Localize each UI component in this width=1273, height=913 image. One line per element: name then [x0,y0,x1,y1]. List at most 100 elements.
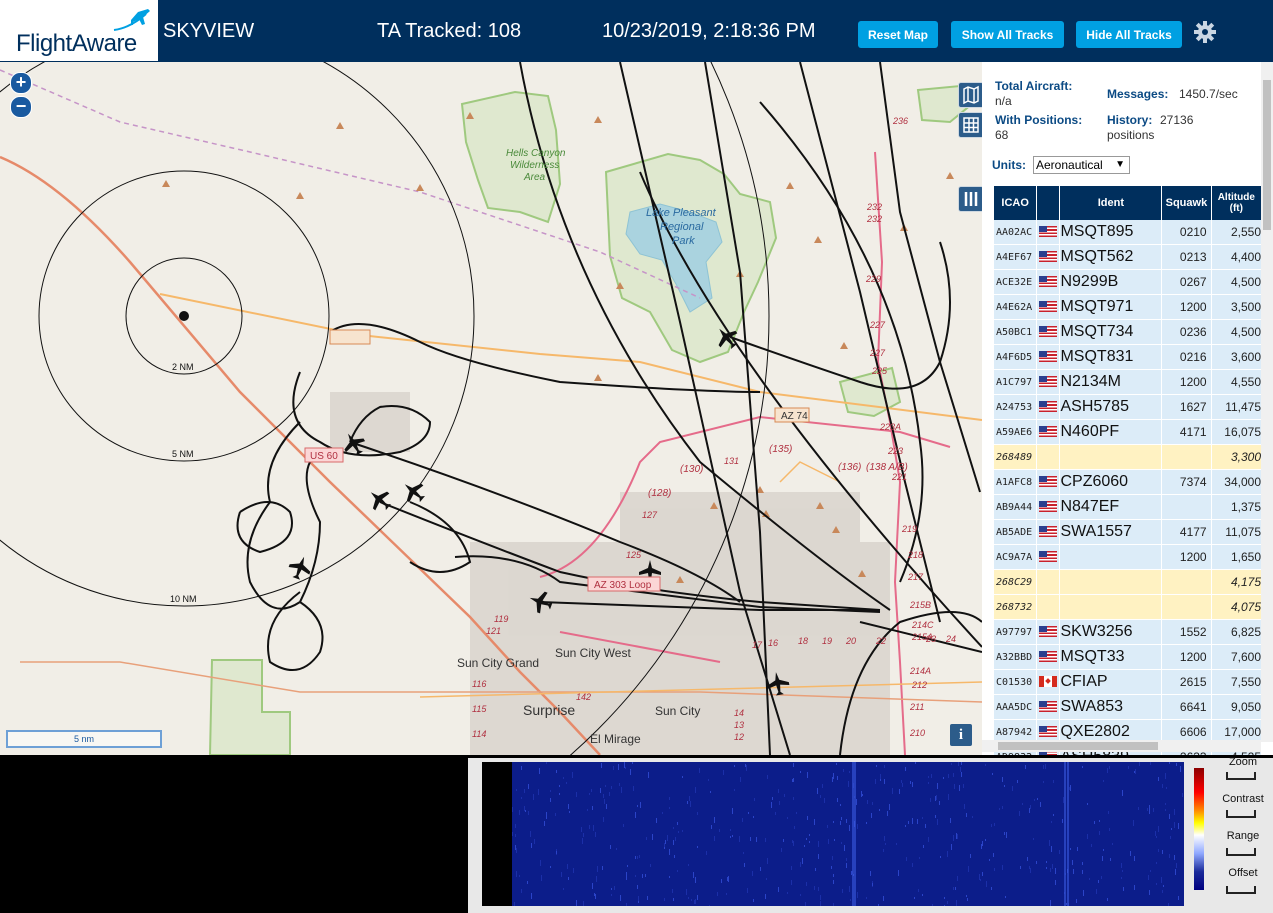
flag-cell [1037,320,1060,345]
place-label: Hells Canyon [506,148,566,159]
ident-cell [1060,595,1162,620]
with-positions-label: With Positions: [995,113,1083,127]
sidebar-toggle-button[interactable] [958,186,982,212]
column-header-altitude[interactable]: Altitude (ft) [1211,186,1261,220]
us-flag-icon [1039,526,1058,538]
flag-cell [1037,345,1060,370]
waterfall-panel: Zoom Contrast Range Offset [468,756,1273,913]
horizontal-scrollbar[interactable] [982,740,1261,752]
table-row[interactable]: A32BBD MSQT33 1200 7,600 [994,645,1261,670]
receiver-site-marker [179,311,189,321]
us-flag-icon [1039,726,1058,738]
spectrum-waterfall[interactable] [512,762,1184,906]
altitude-cell: 7,550 [1211,670,1261,695]
zoom-out-button[interactable]: − [10,96,32,118]
table-row[interactable]: C01530 CFIAP 2615 7,550 [994,670,1261,695]
zoom-slider[interactable] [1226,772,1256,780]
ident-cell: MSQT562 [1060,245,1162,270]
column-header-squawk[interactable]: Squawk [1162,186,1211,220]
map-grid-button[interactable] [958,112,982,138]
icao-cell: A24753 [994,395,1037,420]
table-row[interactable]: A59AE6 N460PF 4171 16,075 [994,420,1261,445]
map-canvas[interactable]: 2 NM 5 NM 10 NM Hells Canyon Wilderness … [0,62,982,755]
table-row[interactable]: 268489 3,300 [994,445,1261,470]
vertical-scrollbar[interactable] [1261,62,1273,742]
table-row[interactable]: A4EF67 MSQT562 0213 4,400 [994,245,1261,270]
reset-map-button[interactable]: Reset Map [858,21,938,48]
table-row[interactable]: A4F6D5 MSQT831 0216 3,600 [994,345,1261,370]
units-select[interactable]: Aeronautical ▼ [1033,156,1130,174]
ident-cell [1060,445,1162,470]
table-row[interactable]: A24753 ASH5785 1627 11,475 [994,395,1261,420]
flag-cell [1037,370,1060,395]
road-number: 19 [822,636,832,646]
us-flag-icon [1039,226,1058,238]
road-number: 17 [752,640,763,650]
aircraft-sidebar: Total Aircraft: n/a Messages: 1450.7/sec… [982,62,1273,755]
icao-cell: C01530 [994,670,1037,695]
us-flag-icon [1039,351,1058,363]
show-all-tracks-button[interactable]: Show All Tracks [951,21,1064,48]
table-row[interactable]: AC9A7A 1200 1,650 [994,545,1261,570]
table-row[interactable]: AAA5DC SWA853 6641 9,050 [994,695,1261,720]
column-header-flag[interactable] [1037,186,1060,220]
range-slider[interactable] [1226,848,1256,856]
us-flag-icon [1039,651,1058,663]
squawk-cell: 0210 [1162,220,1211,245]
table-row[interactable]: 268C29 4,175 [994,570,1261,595]
table-row[interactable]: AB5ADE SWA1557 4177 11,075 [994,520,1261,545]
map-view[interactable]: 2 NM 5 NM 10 NM Hells Canyon Wilderness … [0,62,982,755]
flag-cell [1037,470,1060,495]
icao-cell: AC9A7A [994,545,1037,570]
zoom-in-button[interactable]: + [10,72,32,94]
place-label: Sun City [655,704,700,718]
altitude-cell: 3,600 [1211,345,1261,370]
table-row[interactable]: 268732 4,075 [994,595,1261,620]
ident-cell: N847EF [1060,495,1162,520]
table-row[interactable]: A97797 SKW3256 1552 6,825 [994,620,1261,645]
column-header-ident[interactable]: Ident [1060,186,1162,220]
altitude-cell: 7,600 [1211,645,1261,670]
road-label: (130) [680,464,703,475]
table-row[interactable]: AB9A44 N847EF 1,375 [994,495,1261,520]
map-scale-bar: 5 nm [6,730,162,748]
us-flag-icon [1039,426,1058,438]
flag-cell [1037,645,1060,670]
canada-flag-icon [1039,676,1058,688]
road-number: 127 [642,510,658,520]
history-value: 27136 [1160,113,1194,127]
altitude-cell: 3,300 [1211,445,1261,470]
ident-cell: SKW3256 [1060,620,1162,645]
table-row[interactable]: A1C797 N2134M 1200 4,550 [994,370,1261,395]
range-label: 10 NM [170,594,197,604]
table-row[interactable]: A50BC1 MSQT734 0236 4,500 [994,320,1261,345]
hide-all-tracks-button[interactable]: Hide All Tracks [1076,21,1182,48]
map-icon [963,85,979,105]
flightaware-logo[interactable]: FlightAware [0,0,158,61]
scrollbar-thumb[interactable] [1263,80,1271,230]
map-layers-button[interactable] [958,82,982,108]
road-number: 115 [472,704,487,714]
place-label: Area [523,172,546,183]
table-row[interactable]: A1AFC8 CPZ6060 7374 34,000 [994,470,1261,495]
info-button[interactable]: i [950,724,972,746]
us-flag-icon [1039,501,1058,513]
table-row[interactable]: AA02AC MSQT895 0210 2,550 [994,220,1261,245]
squawk-cell [1162,445,1211,470]
squawk-cell: 4171 [1162,420,1211,445]
table-row[interactable]: ACE32E N9299B 0267 4,500 [994,270,1261,295]
us-flag-icon [1039,626,1058,638]
ident-cell: CPZ6060 [1060,470,1162,495]
road-number: 125 [626,550,642,560]
grid-icon [963,117,979,133]
settings-gear-icon[interactable] [1192,20,1218,44]
total-aircraft-value: n/a [995,94,1012,108]
ident-cell: N2134M [1060,370,1162,395]
offset-slider[interactable] [1226,886,1256,894]
altitude-cell: 1,650 [1211,545,1261,570]
contrast-slider[interactable] [1226,810,1256,818]
road-number: 22 [875,636,886,646]
ident-cell: MSQT33 [1060,645,1162,670]
column-header-icao[interactable]: ICAO [994,186,1037,220]
table-row[interactable]: A4E62A MSQT971 1200 3,500 [994,295,1261,320]
